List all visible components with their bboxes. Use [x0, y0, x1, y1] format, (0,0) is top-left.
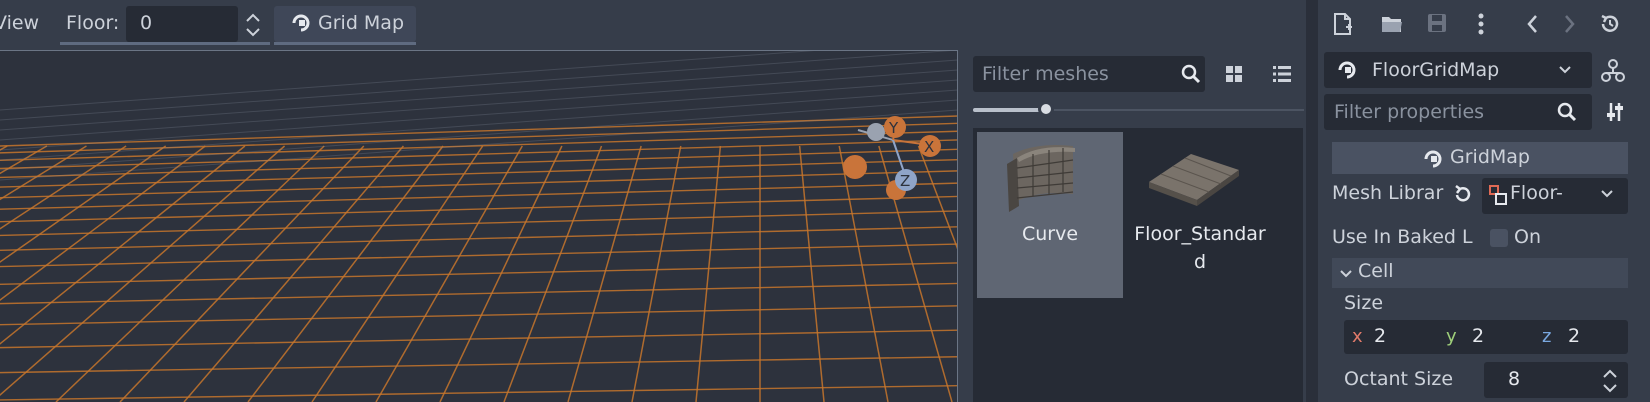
- node-name: FloorGridMap: [1372, 59, 1500, 81]
- search-icon: [1181, 64, 1201, 84]
- save-icon[interactable]: [1426, 12, 1448, 34]
- zoom-slider-track[interactable]: [1048, 109, 1304, 111]
- mesh-library-label: Mesh Librar: [1332, 182, 1444, 204]
- chevron-down-icon: [1601, 190, 1613, 198]
- open-folder-icon[interactable]: [1380, 12, 1404, 36]
- new-resource-icon[interactable]: [1332, 12, 1354, 36]
- mesh-item-label: Floor_Standar d: [1134, 223, 1266, 273]
- mesh-filter-placeholder: Filter meshes: [982, 63, 1109, 85]
- back-icon[interactable]: [1526, 12, 1540, 36]
- size-x-axis-label: x: [1352, 326, 1363, 347]
- gridmap-icon: [1338, 61, 1356, 79]
- mesh-item-label: Curve: [1021, 223, 1079, 245]
- revert-icon[interactable]: [1452, 183, 1474, 205]
- size-z-input[interactable]: 2: [1568, 325, 1580, 347]
- size-y-input[interactable]: 2: [1472, 325, 1484, 347]
- size-label: Size: [1344, 292, 1384, 314]
- view-gizmo[interactable]: Y X Z: [0, 50, 958, 402]
- gizmo-neg-y-dot: [867, 123, 885, 141]
- 3d-viewport[interactable]: Y X Z: [0, 50, 958, 402]
- chevron-down-icon: [1559, 66, 1571, 74]
- spinner-arrows-icon[interactable]: [1600, 366, 1620, 396]
- more-options-icon[interactable]: [1476, 12, 1486, 36]
- gridmap-button-label: Grid Map: [318, 12, 405, 34]
- size-x-input[interactable]: 2: [1374, 325, 1386, 347]
- split-divider[interactable]: [1306, 0, 1318, 402]
- view-menu[interactable]: View: [0, 12, 39, 34]
- mesh-library-value: Floor-: [1510, 182, 1563, 204]
- mesh-item-floor-standard[interactable]: Floor_Standar d: [1127, 132, 1273, 298]
- class-header-label: GridMap: [1450, 146, 1530, 168]
- search-icon: [1557, 102, 1577, 122]
- object-properties-icon[interactable]: [1600, 58, 1626, 84]
- zoom-slider-handle[interactable]: [1038, 101, 1054, 117]
- chevron-down-icon: [1340, 270, 1352, 278]
- mesh-library-icon: [1489, 185, 1507, 205]
- floor-underline: [60, 42, 270, 45]
- gizmo-z-label: Z: [900, 172, 910, 190]
- gridmap-icon: [1424, 150, 1442, 168]
- filter-settings-icon[interactable]: [1604, 101, 1626, 123]
- list-view-icon[interactable]: [1272, 64, 1292, 84]
- zoom-slider-fill[interactable]: [973, 108, 1045, 112]
- size-y-axis-label: y: [1446, 326, 1457, 347]
- size-z-axis-label: z: [1542, 326, 1552, 347]
- use-in-baked-light-label: Use In Baked L: [1332, 226, 1473, 248]
- forward-icon[interactable]: [1562, 12, 1576, 36]
- octant-size-label: Octant Size: [1344, 368, 1454, 390]
- gizmo-neg-x-dot: [843, 155, 867, 179]
- floor-value[interactable]: 0: [140, 12, 152, 34]
- property-filter-placeholder: Filter properties: [1334, 101, 1485, 123]
- cell-section-label: Cell: [1358, 260, 1394, 282]
- spinner-arrows-icon[interactable]: [242, 8, 264, 42]
- gizmo-x-label: X: [924, 138, 934, 156]
- checkbox-on-label: On: [1514, 226, 1541, 248]
- history-icon[interactable]: [1598, 12, 1622, 36]
- gridmap-icon: [292, 14, 310, 32]
- gizmo-y-label: Y: [888, 119, 899, 137]
- floor-label: Floor:: [66, 12, 120, 34]
- gridmap-underline: [274, 42, 416, 45]
- use-in-baked-light-checkbox[interactable]: [1490, 229, 1508, 247]
- size-vector-field: [1344, 320, 1628, 354]
- octant-size-value[interactable]: 8: [1508, 368, 1520, 390]
- mesh-item-curve[interactable]: Curve: [977, 132, 1123, 298]
- thumbnail-view-icon[interactable]: [1224, 64, 1244, 84]
